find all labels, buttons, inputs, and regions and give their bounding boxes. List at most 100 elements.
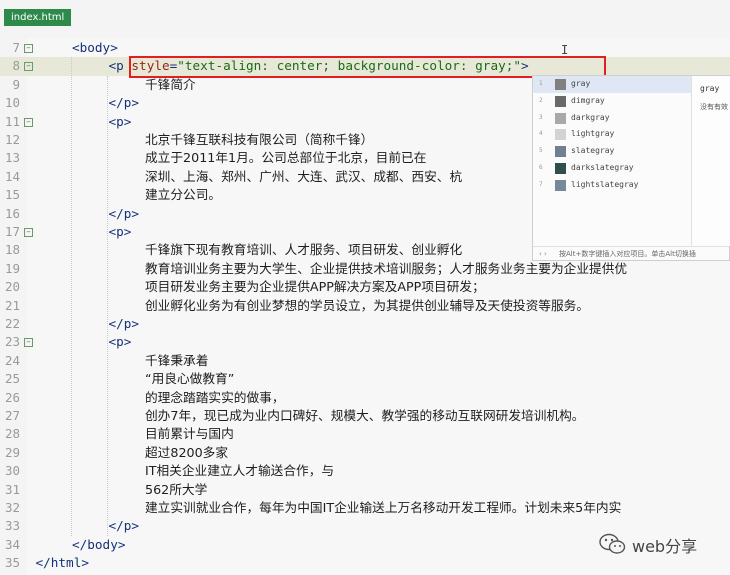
code-text: 超过8200多家 xyxy=(145,444,228,462)
code-text: </html> xyxy=(36,554,89,572)
item-name: lightslategray xyxy=(571,179,639,189)
line-number: 24 xyxy=(4,352,20,368)
text-content: 建立分公司。 xyxy=(145,187,222,203)
item-name: gray xyxy=(571,79,591,88)
text-content: IT相关企业建立人才输送合作，与 xyxy=(145,463,335,479)
code-text: 千锋旗下现有教育培训、人才服务、项目研发、创业孵化 xyxy=(145,241,462,259)
autocomplete-item[interactable]: 6 darkslategray xyxy=(533,160,691,177)
autocomplete-item[interactable]: 5 slategray xyxy=(533,143,691,160)
code-line: 30 IT相关企业建立人才输送合作，与 xyxy=(0,462,730,480)
code-text: 目前累计与国内 xyxy=(145,425,234,443)
autocomplete-item[interactable]: 4 lightgray xyxy=(533,126,691,143)
line-number: 23 xyxy=(4,334,20,350)
code-text: </body> xyxy=(72,536,125,554)
html-tag: </p> xyxy=(108,518,140,534)
item-index: 7 xyxy=(539,180,543,188)
indent-guide xyxy=(71,57,72,536)
item-index: 1 xyxy=(539,80,543,87)
color-swatch-icon xyxy=(555,179,566,191)
line-number: 10 xyxy=(4,95,20,111)
fold-toggle-icon[interactable] xyxy=(24,338,33,348)
item-name: darkslategray xyxy=(571,162,634,172)
fold-toggle-icon[interactable] xyxy=(24,117,33,127)
html-tag: <p> xyxy=(108,224,132,239)
code-text: 创业孵化业务为有创业梦想的学员设立，为其提供创业辅导及天使投资等服务。 xyxy=(145,297,589,315)
html-tag: </p> xyxy=(108,205,140,221)
fold-toggle-icon[interactable] xyxy=(24,62,33,72)
line-number: 28 xyxy=(4,426,20,442)
text-content: 562所大学 xyxy=(145,481,208,497)
detail-description: 没有有效 xyxy=(700,103,728,111)
line-number: 12 xyxy=(4,132,20,147)
code-line: 28 目前累计与国内 xyxy=(0,425,730,443)
text-content: 千锋秉承着 xyxy=(145,352,209,368)
line-number: 13 xyxy=(4,150,20,166)
autocomplete-item[interactable]: 1 gray xyxy=(533,76,691,93)
text-content: 创办7年，现已成为业内口碑好、规模大、教学强的移动互联网研发培训机构。 xyxy=(145,408,585,423)
code-text: 深圳、上海、郑州、广州、大连、武汉、成都、西安、杭 xyxy=(145,168,462,186)
line-number: 34 xyxy=(4,536,20,552)
item-index: 6 xyxy=(539,163,543,171)
text-content: 千锋旗下现有教育培训、人才服务、项目研发、创业孵化 xyxy=(145,242,463,258)
line-number: 33 xyxy=(4,518,20,534)
autocomplete-detail: gray 没有有效 xyxy=(691,76,730,246)
code-line: 26 的理念踏踏实实的做事， xyxy=(0,389,730,407)
line-number: 26 xyxy=(4,389,20,405)
watermark-text: web分享 xyxy=(632,537,698,556)
code-line: 24 千锋秉承着 xyxy=(0,352,730,370)
item-name: slategray xyxy=(571,146,615,156)
line-number: 9 xyxy=(12,76,20,92)
line-number: 29 xyxy=(4,444,20,460)
text-content: 项目研发业务主要为企业提供APP解决方案及APP项目研发； xyxy=(145,279,485,295)
tag-open: <p xyxy=(108,58,132,74)
text-content: 北京千锋互联科技有限公司（简称千锋） xyxy=(145,132,374,147)
line-number: 11 xyxy=(4,113,20,129)
line-number: 21 xyxy=(4,297,20,313)
autocomplete-list: 1 gray 2 dimgray 3 darkgray 4 lightgray 5 slategr… xyxy=(533,76,691,194)
code-text: </p> xyxy=(109,205,140,223)
code-line: 20 项目研发业务主要为企业提供APP解决方案及APP项目研发； xyxy=(0,278,730,296)
html-tag: </p> xyxy=(108,95,140,111)
code-text: 千锋简介 xyxy=(145,76,196,94)
fold-toggle-icon[interactable] xyxy=(24,44,33,53)
code-text: 的理念踏踏实实的做事， xyxy=(145,389,285,407)
tab-index-html[interactable]: index.html xyxy=(4,9,72,26)
code-text: 562所大学 xyxy=(145,481,207,499)
line-number: 14 xyxy=(4,168,20,184)
line-number: 18 xyxy=(4,242,20,258)
code-line: 7 <body> xyxy=(0,39,730,57)
footer-hint: 按Alt+数字键插入对应项目。单击Alt切换插 xyxy=(559,250,696,258)
text-content: 教育培训业务主要为大学生、企业提供技术培训服务；人才服务业务主要为企业提供优 xyxy=(145,260,628,276)
indent-guide xyxy=(107,75,108,536)
code-text: <body> xyxy=(72,39,118,57)
code-line: 25 “用良心做教育” xyxy=(0,370,730,388)
text-content: 创业孵化业务为有创业梦想的学员设立，为其提供创业辅导及天使投资等服务。 xyxy=(145,297,590,313)
code-line: 29 超过8200多家 xyxy=(0,444,730,462)
color-swatch-icon xyxy=(555,129,566,141)
text-content: 建立实训就业合作，每年为中国IT企业输送上万名移动开发工程师。计划未来5年内实 xyxy=(145,500,622,515)
fold-toggle-icon[interactable] xyxy=(24,228,33,237)
autocomplete-item[interactable]: 3 darkgray xyxy=(533,110,691,127)
text-content: 成立于2011年1月。公司总部位于北京，目前已在 xyxy=(145,150,427,166)
line-number: 17 xyxy=(4,224,20,239)
item-name: lightgray xyxy=(571,129,615,139)
code-text: 建立实训就业合作，每年为中国IT企业输送上万名移动开发工程师。计划未来5年内实 xyxy=(145,499,621,517)
text-content: 超过8200多家 xyxy=(145,444,229,460)
line-number: 32 xyxy=(4,500,20,515)
color-swatch-icon xyxy=(555,146,566,158)
autocomplete-item[interactable]: 2 dimgray xyxy=(533,93,691,110)
html-tag: <body> xyxy=(72,40,118,55)
autocomplete-popup[interactable]: 1 gray 2 dimgray 3 darkgray 4 lightgray 5 slategr… xyxy=(532,75,730,261)
page-chevrons-icon[interactable]: ‹ › xyxy=(539,247,547,262)
tab-bar: index.html xyxy=(0,0,730,32)
autocomplete-footer: ‹ › 按Alt+数字键插入对应项目。单击Alt切换插 xyxy=(533,246,729,262)
line-number: 35 xyxy=(4,555,20,571)
code-text: </p> xyxy=(109,94,140,112)
code-text: 北京千锋互联科技有限公司（简称千锋） xyxy=(145,131,373,149)
wechat-icon xyxy=(599,533,626,554)
code-text: </p> xyxy=(109,517,140,535)
html-tag: <p> xyxy=(108,113,132,129)
autocomplete-item[interactable]: 7 lightslategray xyxy=(533,177,691,194)
color-swatch-icon xyxy=(555,112,566,124)
line-number: 27 xyxy=(4,408,20,423)
